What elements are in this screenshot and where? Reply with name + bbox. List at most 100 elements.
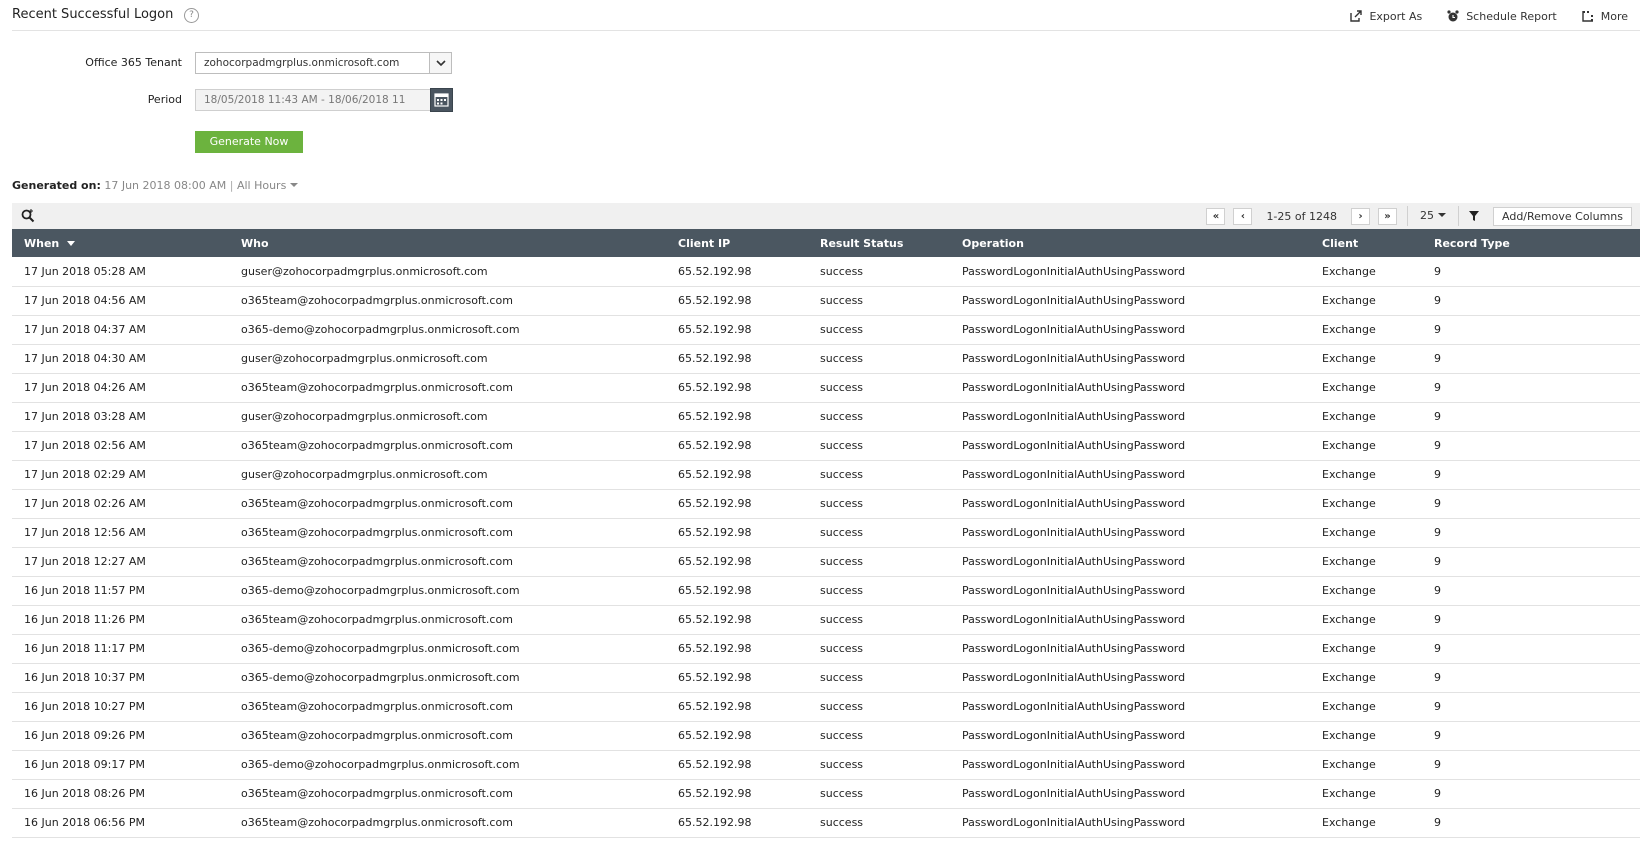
cell-operation: PasswordLogonInitialAuthUsingPassword <box>950 605 1310 635</box>
cell-who: guser@zohocorpadmgrplus.onmicrosoft.com <box>229 257 666 287</box>
cell-when: 16 Jun 2018 10:37 PM <box>12 663 229 693</box>
table-row[interactable]: 16 Jun 2018 10:27 PM o365team@zohocorpadm… <box>12 692 1640 722</box>
cell-who: o365team@zohocorpadmgrplus.onmicrosoft.c… <box>229 779 666 809</box>
cell-operation: PasswordLogonInitialAuthUsingPassword <box>950 692 1310 722</box>
cell-when: 16 Jun 2018 11:57 PM <box>12 576 229 606</box>
export-as-label: Export As <box>1369 9 1423 23</box>
table-row[interactable]: 17 Jun 2018 02:29 AM guser@zohocorpadmgrp… <box>12 460 1640 490</box>
generated-separator: | <box>229 179 234 192</box>
table-row[interactable]: 16 Jun 2018 11:57 PM o365-demo@zohocorpad… <box>12 576 1640 606</box>
cell-operation: PasswordLogonInitialAuthUsingPassword <box>950 634 1310 664</box>
table-row[interactable]: 17 Jun 2018 12:56 AM o365team@zohocorpadm… <box>12 518 1640 548</box>
cell-client: Exchange <box>1310 460 1422 490</box>
table-row[interactable]: 17 Jun 2018 05:28 AM guser@zohocorpadmgrp… <box>12 257 1640 287</box>
table-row[interactable]: 16 Jun 2018 11:26 PM o365team@zohocorpadm… <box>12 605 1640 635</box>
cell-record-type: 9 <box>1422 518 1640 548</box>
cell-who: o365-demo@zohocorpadmgrplus.onmicrosoft.… <box>229 750 666 780</box>
tenant-value: zohocorpadmgrplus.onmicrosoft.com <box>204 57 400 69</box>
table-body: 17 Jun 2018 05:28 AM guser@zohocorpadmgrp… <box>12 257 1640 838</box>
cell-result-status: success <box>808 634 950 664</box>
cell-record-type: 9 <box>1422 692 1640 722</box>
cell-client-ip: 65.52.192.98 <box>666 431 808 461</box>
cell-when: 16 Jun 2018 09:17 PM <box>12 750 229 780</box>
table-row[interactable]: 16 Jun 2018 06:56 PM o365team@zohocorpadm… <box>12 808 1640 838</box>
page-size-select[interactable]: 25 <box>1407 206 1459 226</box>
cell-operation: PasswordLogonInitialAuthUsingPassword <box>950 518 1310 548</box>
cell-who: o365team@zohocorpadmgrplus.onmicrosoft.c… <box>229 286 666 316</box>
cell-client: Exchange <box>1310 663 1422 693</box>
tenant-select[interactable]: zohocorpadmgrplus.onmicrosoft.com <box>195 52 452 74</box>
cell-client-ip: 65.52.192.98 <box>666 315 808 345</box>
cell-record-type: 9 <box>1422 634 1640 664</box>
calendar-button[interactable] <box>430 88 453 112</box>
help-icon[interactable]: ? <box>184 8 199 23</box>
table-row[interactable]: 17 Jun 2018 04:26 AM o365team@zohocorpadm… <box>12 373 1640 403</box>
cell-record-type: 9 <box>1422 605 1640 635</box>
table-header-row: When Who Client IP Result Status Operation Cl… <box>12 229 1640 257</box>
cell-who: o365-demo@zohocorpadmgrplus.onmicrosoft.… <box>229 315 666 345</box>
cell-client: Exchange <box>1310 547 1422 577</box>
page-title: Recent Successful Logon <box>12 7 174 22</box>
table-row[interactable]: 16 Jun 2018 11:17 PM o365-demo@zohocorpad… <box>12 634 1640 664</box>
cell-operation: PasswordLogonInitialAuthUsingPassword <box>950 721 1310 751</box>
table-row[interactable]: 16 Jun 2018 10:37 PM o365-demo@zohocorpad… <box>12 663 1640 693</box>
cell-who: o365team@zohocorpadmgrplus.onmicrosoft.c… <box>229 518 666 548</box>
cell-when: 17 Jun 2018 04:37 AM <box>12 315 229 345</box>
cell-client: Exchange <box>1310 402 1422 432</box>
more-label: More <box>1600 9 1628 23</box>
export-as-button[interactable]: Export As <box>1349 9 1422 23</box>
column-header-result-status[interactable]: Result Status <box>808 229 950 257</box>
table-row[interactable]: 17 Jun 2018 02:56 AM o365team@zohocorpadm… <box>12 431 1640 461</box>
cell-operation: PasswordLogonInitialAuthUsingPassword <box>950 547 1310 577</box>
column-header-record-type[interactable]: Record Type <box>1422 229 1640 257</box>
table-row[interactable]: 17 Jun 2018 03:28 AM guser@zohocorpadmgrp… <box>12 402 1640 432</box>
table-row[interactable]: 17 Jun 2018 04:30 AM guser@zohocorpadmgrp… <box>12 344 1640 374</box>
period-field[interactable]: 18/05/2018 11:43 AM - 18/06/2018 11 <box>195 89 431 111</box>
cell-who: o365-demo@zohocorpadmgrplus.onmicrosoft.… <box>229 663 666 693</box>
hours-dropdown[interactable]: All Hours <box>236 179 299 192</box>
cell-result-status: success <box>808 547 950 577</box>
cell-when: 17 Jun 2018 02:29 AM <box>12 460 229 490</box>
table-row[interactable]: 16 Jun 2018 08:26 PM o365team@zohocorpadm… <box>12 779 1640 809</box>
filter-icon[interactable] <box>1459 206 1489 226</box>
column-header-when[interactable]: When <box>12 229 229 257</box>
caret-down-icon <box>1438 213 1446 217</box>
cell-when: 16 Jun 2018 09:26 PM <box>12 721 229 751</box>
cell-result-status: success <box>808 808 950 838</box>
add-remove-columns-button[interactable]: Add/Remove Columns <box>1493 206 1632 226</box>
last-page-button[interactable]: » <box>1378 207 1397 225</box>
cell-result-status: success <box>808 518 950 548</box>
search-icon[interactable] <box>20 208 36 227</box>
cell-client: Exchange <box>1310 692 1422 722</box>
cell-client-ip: 65.52.192.98 <box>666 750 808 780</box>
table-row[interactable]: 17 Jun 2018 04:56 AM o365team@zohocorpadm… <box>12 286 1640 316</box>
table-row[interactable]: 17 Jun 2018 12:27 AM o365team@zohocorpadm… <box>12 547 1640 577</box>
cell-client-ip: 65.52.192.98 <box>666 257 808 287</box>
schedule-report-button[interactable]: Schedule Report <box>1446 9 1557 23</box>
column-header-client-ip[interactable]: Client IP <box>666 229 808 257</box>
cell-result-status: success <box>808 663 950 693</box>
table-row[interactable]: 16 Jun 2018 09:26 PM o365team@zohocorpadm… <box>12 721 1640 751</box>
alarm-clock-icon <box>1446 9 1460 23</box>
cell-result-status: success <box>808 721 950 751</box>
hours-label: All Hours <box>236 179 287 192</box>
table-row[interactable]: 17 Jun 2018 04:37 AM o365-demo@zohocorpad… <box>12 315 1640 345</box>
table-row[interactable]: 17 Jun 2018 02:26 AM o365team@zohocorpadm… <box>12 489 1640 519</box>
prev-page-button[interactable]: ‹ <box>1233 207 1253 225</box>
generate-now-button[interactable]: Generate Now <box>195 131 303 153</box>
cell-client-ip: 65.52.192.98 <box>666 721 808 751</box>
cell-client: Exchange <box>1310 315 1422 345</box>
column-header-operation[interactable]: Operation <box>950 229 1310 257</box>
cell-who: guser@zohocorpadmgrplus.onmicrosoft.com <box>229 402 666 432</box>
more-button[interactable]: More <box>1581 9 1628 23</box>
cell-client-ip: 65.52.192.98 <box>666 286 808 316</box>
next-page-button[interactable]: › <box>1351 207 1370 225</box>
table-row[interactable]: 16 Jun 2018 09:17 PM o365-demo@zohocorpad… <box>12 750 1640 780</box>
column-header-client[interactable]: Client <box>1310 229 1422 257</box>
cell-operation: PasswordLogonInitialAuthUsingPassword <box>950 402 1310 432</box>
cell-operation: PasswordLogonInitialAuthUsingPassword <box>950 460 1310 490</box>
first-page-button[interactable]: « <box>1206 207 1226 225</box>
column-header-who[interactable]: Who <box>229 229 666 257</box>
cell-client-ip: 65.52.192.98 <box>666 634 808 664</box>
cell-operation: PasswordLogonInitialAuthUsingPassword <box>950 315 1310 345</box>
